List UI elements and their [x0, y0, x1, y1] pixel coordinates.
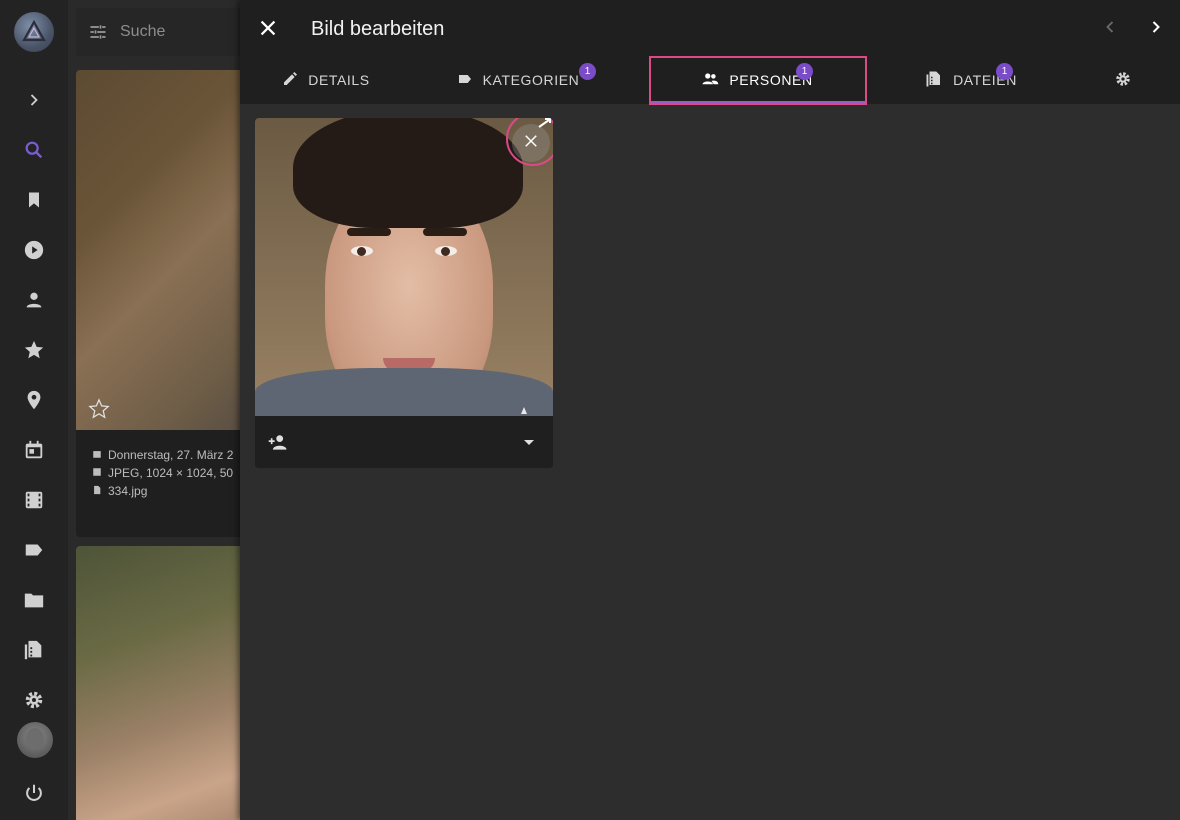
edit-dialog: Bild bearbeiten DETAILS KATEGORIEN 1 PER…	[240, 0, 1180, 820]
person-card-footer	[255, 416, 553, 468]
photo-list-background: Suche Donnerstag, 27. März 2 JPEG, 1024 …	[68, 0, 248, 820]
power-icon[interactable]	[19, 778, 49, 808]
cursor-arrow-icon	[537, 118, 553, 134]
dialog-toolbar: Bild bearbeiten	[240, 0, 1180, 56]
photo-filename: 334.jpg	[92, 484, 147, 498]
people-icon	[701, 70, 719, 91]
label-icon	[457, 71, 473, 90]
label-icon[interactable]	[19, 535, 49, 565]
calendar-icon	[92, 448, 102, 462]
photo-thumbnail[interactable]	[76, 70, 248, 430]
kategorien-count-badge: 1	[579, 63, 596, 80]
photo-card[interactable]	[76, 546, 248, 820]
tab-personen[interactable]: PERSONEN 1	[649, 56, 865, 104]
photo-file-info: JPEG, 1024 × 1024, 50	[92, 466, 233, 480]
tab-details[interactable]: DETAILS	[240, 56, 412, 104]
close-icon[interactable]	[257, 17, 279, 44]
search-bar[interactable]: Suche	[76, 8, 248, 56]
person-card[interactable]	[255, 118, 553, 468]
calendar-icon[interactable]	[19, 435, 49, 465]
personen-count-badge: 1	[796, 63, 813, 80]
tab-settings[interactable]	[1100, 56, 1146, 104]
gear-icon[interactable]	[19, 685, 49, 715]
file-library-icon	[925, 70, 943, 91]
file-icon	[92, 484, 102, 498]
tab-kategorien[interactable]: KATEGORIEN 1	[412, 56, 624, 104]
person-icon[interactable]	[19, 285, 49, 315]
next-icon[interactable]	[1146, 17, 1166, 42]
chevron-right-icon[interactable]	[19, 85, 49, 115]
avatar[interactable]	[17, 722, 53, 758]
dropdown-arrow-icon[interactable]	[523, 436, 535, 454]
photo-date: Donnerstag, 27. März 2	[92, 448, 233, 462]
tab-dateien[interactable]: DATEIEN 1	[865, 56, 1077, 104]
folder-icon[interactable]	[19, 585, 49, 615]
film-icon[interactable]	[19, 485, 49, 515]
close-icon	[522, 132, 540, 155]
star-icon[interactable]	[19, 335, 49, 365]
nav-rail	[0, 0, 68, 820]
photo-thumbnail[interactable]	[76, 546, 248, 820]
dialog-title: Bild bearbeiten	[311, 18, 445, 40]
dateien-count-badge: 1	[996, 63, 1013, 80]
file-library-icon[interactable]	[19, 635, 49, 665]
gear-icon	[1114, 70, 1132, 91]
add-person-icon[interactable]	[267, 432, 289, 457]
bookmark-icon[interactable]	[19, 185, 49, 215]
filter-sliders-icon[interactable]	[88, 22, 108, 42]
favorite-star-icon[interactable]	[88, 398, 110, 425]
dialog-tabs: DETAILS KATEGORIEN 1 PERSONEN 1 DATEIEN …	[240, 56, 1180, 104]
photo-card[interactable]: Donnerstag, 27. März 2 JPEG, 1024 × 1024…	[76, 70, 248, 537]
marker-icon	[521, 407, 527, 414]
pencil-icon	[282, 71, 298, 90]
previous-icon[interactable]	[1100, 17, 1120, 42]
search-icon[interactable]	[19, 135, 49, 165]
search-input[interactable]: Suche	[120, 23, 165, 41]
location-pin-icon[interactable]	[19, 385, 49, 415]
play-circle-icon[interactable]	[19, 235, 49, 265]
image-icon	[92, 466, 102, 480]
app-logo[interactable]	[14, 12, 54, 52]
face-crop-image	[255, 118, 553, 416]
